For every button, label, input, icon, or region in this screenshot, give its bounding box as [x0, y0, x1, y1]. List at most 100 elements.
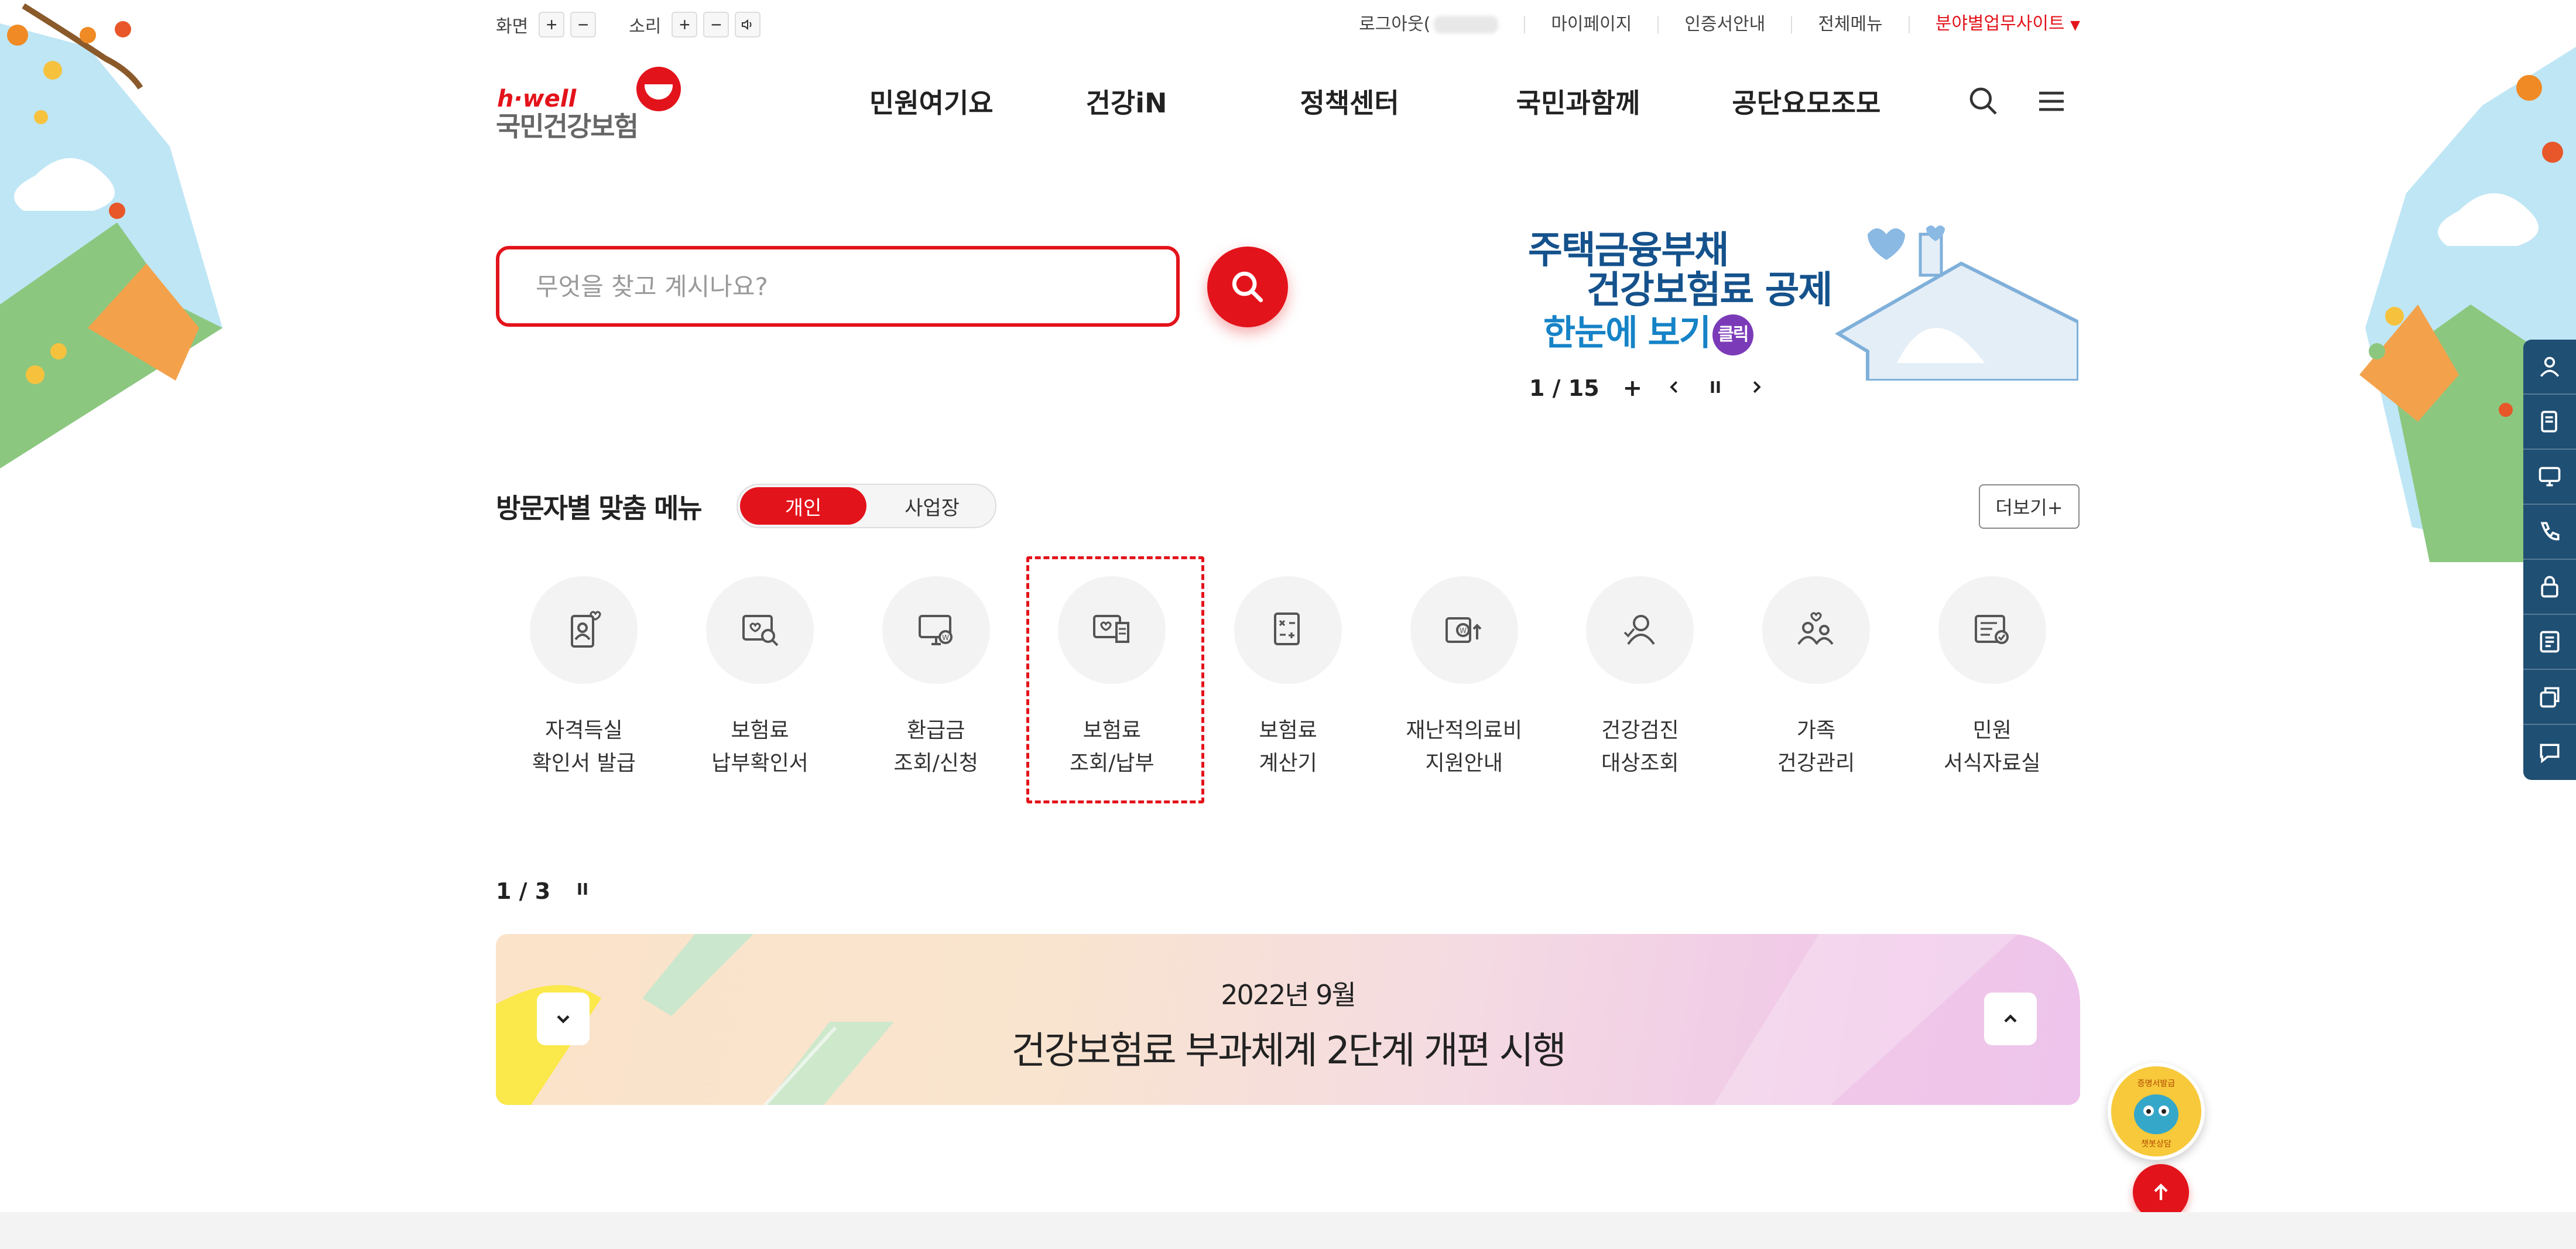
side-list-button[interactable] [2523, 615, 2576, 670]
tab-business[interactable]: 사업장 [869, 485, 995, 527]
footer-strip [0, 1212, 2576, 1249]
quick-menu-item[interactable]: W 재난적의료비 지원안내 [1376, 562, 1552, 780]
volume-up-button[interactable]: + [672, 12, 698, 37]
quick-menu-label: 자격득실 확인서 발급 [532, 718, 636, 775]
custom-menu-title: 방문자별 맞춤 메뉴 [496, 492, 703, 524]
logout-link[interactable]: 로그아웃( [1333, 15, 1526, 34]
side-quick-bar [2523, 340, 2576, 780]
quick-menu-icon-circle [1234, 576, 1342, 684]
notice-date: 2022년 9월 [1221, 979, 1356, 1011]
notice-title: 건강보험료 부과체계 2단계 개편 시행 [1011, 1029, 1566, 1073]
chatbot-text-bottom: 챗봇상담 [2141, 1140, 2171, 1149]
gnb-item-policy[interactable]: 정책센터 [1300, 82, 1399, 121]
gnb-item-civil[interactable]: 민원여기요 [869, 82, 994, 121]
caret-down-icon: ▼ [2070, 18, 2080, 33]
monitor-icon [2539, 467, 2561, 487]
search-input[interactable] [536, 272, 1176, 301]
banner-next-button[interactable] [1748, 375, 1765, 402]
user-icon [2540, 357, 2560, 377]
nhis-logo[interactable]: h·well 국민건강보험 [496, 64, 695, 142]
speaker-icon [742, 19, 752, 30]
quick-menu-icon-circle [1058, 576, 1166, 684]
pause-icon [1711, 381, 1720, 393]
quick-menu-item[interactable]: 민원 서식자료실 [1904, 562, 2080, 780]
payment-search-icon [742, 615, 779, 646]
search-button[interactable] [1207, 247, 1288, 327]
quick-menu-icon-circle: W [882, 576, 990, 684]
arrow-up-icon [2154, 1183, 2168, 1200]
quick-menu-icon-circle [1762, 576, 1871, 684]
screen-zoom-label: 화면 [496, 16, 529, 37]
notice-banner[interactable]: 2022년 9월 건강보험료 부과체계 2단계 개편 시행 [496, 934, 2080, 1105]
mypage-link[interactable]: 마이페이지 [1525, 16, 1659, 33]
banner-prev-button[interactable] [1666, 375, 1683, 402]
screen-zoom-group: 화면 + − [496, 12, 602, 37]
quick-menu-label: 보험료 납부확인서 [711, 718, 809, 775]
quick-menu-icon-circle [706, 576, 814, 684]
promo-banner[interactable]: 주택금융부채 건강보험료 공제 한눈에 보기 클릭 [1516, 217, 2078, 381]
quick-menu-item[interactable]: 가족 건강관리 [1728, 562, 1904, 780]
lock-icon [2541, 576, 2558, 598]
header-icons [1967, 85, 2068, 118]
side-copy-button[interactable] [2523, 670, 2576, 725]
search-box [496, 246, 1180, 327]
tab-personal[interactable]: 개인 [740, 487, 866, 525]
zoom-in-button[interactable]: + [539, 12, 565, 37]
side-lock-button[interactable] [2523, 560, 2576, 615]
calculator-icon [1274, 612, 1300, 645]
side-certificate-button[interactable] [2523, 395, 2576, 450]
chatbot-button[interactable]: 증명서발급 챗봇상담 [2108, 1063, 2205, 1160]
family-care-icon [1797, 612, 1834, 645]
chat-bubble-icon [2540, 744, 2560, 764]
quick-menu-item[interactable]: 보험료 납부확인서 [672, 562, 848, 780]
volume-down-button[interactable]: − [703, 12, 729, 37]
side-monitor-button[interactable] [2523, 450, 2576, 505]
banner-pause-button[interactable] [1707, 375, 1724, 402]
more-menu-button[interactable]: 더보기+ [1979, 484, 2080, 529]
quick-menu-item[interactable]: 자격득실 확인서 발급 [496, 562, 672, 780]
notice-next-button[interactable] [1984, 993, 2037, 1045]
phone-icon [2540, 522, 2560, 540]
quick-menu-item-selected[interactable]: 보험료 조회/납부 [1024, 556, 1204, 803]
quick-menu-label: 재난적의료비 지원안내 [1406, 718, 1523, 775]
banner-line3: 한눈에 보기 클릭 [1543, 304, 1753, 356]
certificate-guide-link[interactable]: 인증서안내 [1659, 16, 1793, 33]
refund-monitor-icon: W [918, 615, 953, 645]
quick-menu-label: 환급금 조회/신청 [893, 718, 978, 775]
quick-menu-item[interactable]: W 환급금 조회/신청 [848, 562, 1024, 780]
banner-more-button[interactable]: + [1623, 375, 1643, 402]
zoom-out-button[interactable]: − [570, 12, 597, 37]
search-icon[interactable] [1967, 85, 2000, 118]
quick-menu-item[interactable]: 건강검진 대상조회 [1552, 562, 1728, 780]
notice-counter: 1 / 3 [496, 878, 551, 904]
sound-group: 소리 + − [629, 12, 766, 37]
notice-pause-button[interactable] [574, 880, 591, 903]
notice-background-shapes [496, 934, 2018, 1105]
gnb-item-about[interactable]: 공단요모조모 [1732, 82, 1880, 121]
menu-icon[interactable] [2035, 85, 2068, 118]
quick-menu-label: 건강검진 대상조회 [1601, 718, 1679, 775]
quick-menu-item[interactable]: 보험료 계산기 [1200, 562, 1376, 780]
chatbot-mascot-icon: 증명서발급 챗봇상담 [2115, 1070, 2197, 1152]
form-archive-icon [1974, 615, 2009, 644]
notice-controls: 1 / 3 [496, 878, 591, 904]
field-sites-dropdown[interactable]: 분야별업무사이트 ▼ [1910, 15, 2080, 35]
autumn-decoration-left [0, 3, 222, 468]
svg-text:W: W [1460, 627, 1467, 635]
quick-menu-label: 보험료 조회/납부 [1070, 718, 1155, 775]
side-login-button[interactable] [2523, 340, 2576, 395]
sitemap-link[interactable]: 전체메뉴 [1792, 16, 1910, 33]
list-icon [2540, 631, 2560, 653]
sound-label: 소리 [629, 16, 662, 37]
document-icon [2541, 410, 2557, 433]
gnb-item-together[interactable]: 국민과함께 [1516, 82, 1640, 121]
speaker-button[interactable] [735, 12, 761, 37]
masked-username [1434, 16, 1499, 34]
side-call-button[interactable] [2523, 505, 2576, 560]
certificate-person-icon [571, 611, 601, 648]
notice-prev-button[interactable] [537, 993, 590, 1045]
gnb-item-health-in[interactable]: 건강iN [1086, 82, 1167, 121]
side-chat-button[interactable] [2523, 725, 2576, 780]
house-illustration [1835, 225, 2078, 381]
chevron-right-icon [1753, 381, 1761, 393]
